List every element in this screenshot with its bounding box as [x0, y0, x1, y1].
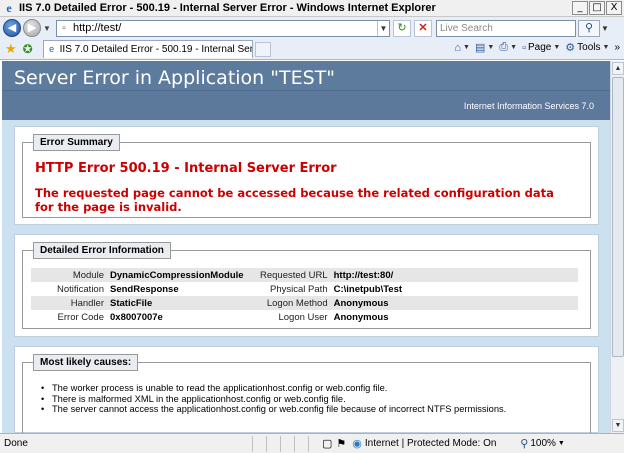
table-row: Handler StaticFile Logon Method Anonymou… — [31, 296, 578, 310]
window-title-bar: e IIS 7.0 Detailed Error - 500.19 - Inte… — [0, 0, 624, 17]
home-icon: ⌂ — [454, 41, 462, 54]
causes-list: The worker process is unable to read the… — [41, 383, 506, 415]
window-controls: _ □ X — [572, 1, 622, 15]
error-summary-panel: Error Summary HTTP Error 500.19 - Intern… — [14, 126, 599, 225]
status-bar: Done ▢ ⚑ ◉ Internet | Protected Mode: On… — [0, 433, 624, 453]
close-button[interactable]: X — [606, 1, 622, 15]
page-title: Server Error in Application "TEST" — [14, 67, 336, 89]
detail-value: StaticFile — [107, 296, 257, 310]
new-tab-button[interactable] — [254, 41, 271, 57]
detail-value: http://test:80/ — [330, 268, 578, 282]
detail-table: Module DynamicCompressionModule Requeste… — [31, 268, 578, 324]
detail-value: DynamicCompressionModule — [107, 268, 257, 282]
product-label: Internet Information Services 7.0 — [463, 101, 594, 111]
tools-menu[interactable]: ⚙ Tools ▼ — [565, 41, 609, 54]
status-text: Done — [4, 438, 28, 449]
detail-value: SendResponse — [110, 283, 179, 295]
detail-value: 0x8007007e — [110, 311, 163, 323]
tab-iis-error[interactable]: e IIS 7.0 Detailed Error - 500.19 - Inte… — [42, 40, 253, 58]
search-dropdown-icon[interactable]: ▼ — [601, 24, 609, 33]
address-toolbar: ◀ ▶ ▼ ▫ http://test/ ▼ ↻ ✕ Live Search ⚲… — [0, 17, 624, 39]
scroll-down-icon[interactable]: ▼ — [612, 419, 624, 432]
back-button[interactable]: ◀ — [3, 19, 21, 37]
scroll-thumb[interactable] — [612, 77, 624, 357]
search-icon[interactable]: ⚲ — [578, 19, 600, 37]
ie-icon: e — [6, 0, 12, 15]
address-dropdown-icon[interactable]: ▼ — [377, 20, 389, 36]
window-title: IIS 7.0 Detailed Error - 500.19 - Intern… — [19, 2, 436, 14]
detail-label: Logon Method — [257, 296, 331, 310]
zoom-icon: ⚲ — [520, 438, 529, 450]
lock-icon: ▢ — [322, 438, 333, 450]
maximize-button[interactable]: □ — [589, 1, 605, 15]
page-icon: ▫ — [522, 41, 526, 54]
causes-panel: Most likely causes: The worker process i… — [14, 346, 599, 433]
detail-value: Anonymous — [330, 296, 578, 310]
favorites-star-icon[interactable]: ★ — [5, 41, 17, 57]
detailed-error-panel: Detailed Error Information Module Dynami… — [14, 234, 599, 337]
zoom-control[interactable]: ⚲ 100% ▼ — [520, 437, 565, 450]
page-menu[interactable]: ▫ Page ▼ — [522, 42, 560, 54]
stop-button[interactable]: ✕ — [414, 19, 432, 37]
globe-icon: ◉ — [352, 438, 362, 450]
address-field[interactable]: ▫ http://test/ ▼ — [56, 19, 390, 37]
error-summary-box: Error Summary HTTP Error 500.19 - Intern… — [22, 134, 591, 218]
forward-button[interactable]: ▶ — [23, 19, 41, 37]
table-row: Notification SendResponse Physical Path … — [31, 282, 578, 296]
security-zone[interactable]: ◉ Internet | Protected Mode: On — [352, 437, 512, 450]
tab-label: IIS 7.0 Detailed Error - 500.19 - Intern… — [59, 44, 252, 55]
page-icon: ▫ — [62, 22, 66, 34]
detailed-error-legend: Detailed Error Information — [33, 242, 171, 259]
table-row: Module DynamicCompressionModule Requeste… — [31, 268, 578, 282]
history-dropdown-icon[interactable]: ▼ — [42, 24, 52, 33]
tools-menu-label: Tools — [577, 42, 601, 53]
list-item: There is malformed XML in the applicatio… — [41, 394, 506, 405]
error-heading: HTTP Error 500.19 - Internal Server Erro… — [35, 161, 337, 176]
printer-icon: ⎙ — [499, 41, 509, 53]
url-text[interactable]: http://test/ — [73, 22, 377, 34]
vertical-scrollbar[interactable]: ▲ ▼ — [610, 61, 624, 433]
zoom-level: 100% — [530, 438, 556, 449]
error-banner: Server Error in Application "TEST" Inter… — [2, 61, 610, 120]
detail-label: Notification — [57, 283, 104, 295]
detail-label: Error Code — [57, 311, 104, 323]
add-favorites-icon[interactable]: ✪ — [23, 42, 33, 56]
ie-icon: e — [49, 44, 55, 54]
table-row: Error Code 0x8007007e Logon User Anonymo… — [31, 310, 578, 324]
detail-label: Physical Path — [270, 283, 328, 295]
gear-icon: ⚙ — [565, 42, 576, 54]
detail-value: Anonymous — [333, 311, 389, 323]
print-button[interactable]: ⎙ ▼ — [499, 41, 517, 54]
feeds-button[interactable]: ▤ ▼ — [475, 41, 494, 54]
zone-label: Internet | Protected Mode: On — [364, 438, 497, 449]
page-viewport: Server Error in Application "TEST" Inter… — [2, 61, 610, 433]
search-input[interactable]: Live Search — [436, 19, 576, 37]
detail-label: Requested URL — [257, 268, 331, 282]
home-button[interactable]: ⌂ ▼ — [454, 42, 470, 54]
page-menu-label: Page — [527, 42, 552, 53]
error-description: The requested page cannot be accessed be… — [35, 186, 554, 214]
chevron-more-icon[interactable]: » — [614, 42, 620, 53]
list-item: The server cannot access the application… — [41, 404, 506, 415]
minimize-button[interactable]: _ — [572, 1, 588, 15]
refresh-button[interactable]: ↻ — [393, 19, 411, 37]
detail-label: Module — [31, 268, 107, 282]
causes-legend: Most likely causes: — [33, 354, 139, 371]
tab-bar: ★ ✪ e IIS 7.0 Detailed Error - 500.19 - … — [0, 39, 624, 60]
feeds-icon: ▤ — [474, 42, 486, 54]
popup-blocker-icon[interactable]: ⚑ — [336, 437, 346, 450]
scroll-up-icon[interactable]: ▲ — [612, 62, 624, 75]
causes-box: Most likely causes: The worker process i… — [22, 354, 591, 433]
zoom-dropdown-icon[interactable]: ▼ — [558, 440, 565, 447]
detailed-error-box: Detailed Error Information Module Dynami… — [22, 242, 591, 329]
detail-label: Handler — [31, 296, 107, 310]
detail-value: C:\inetpub\Test — [333, 283, 403, 295]
error-summary-legend: Error Summary — [33, 134, 120, 151]
detail-label: Logon User — [278, 311, 328, 323]
list-item: The worker process is unable to read the… — [41, 383, 506, 394]
command-bar: ⌂ ▼ ▤ ▼ ⎙ ▼ ▫ Page ▼ ⚙ Tools ▼ » — [454, 41, 620, 54]
